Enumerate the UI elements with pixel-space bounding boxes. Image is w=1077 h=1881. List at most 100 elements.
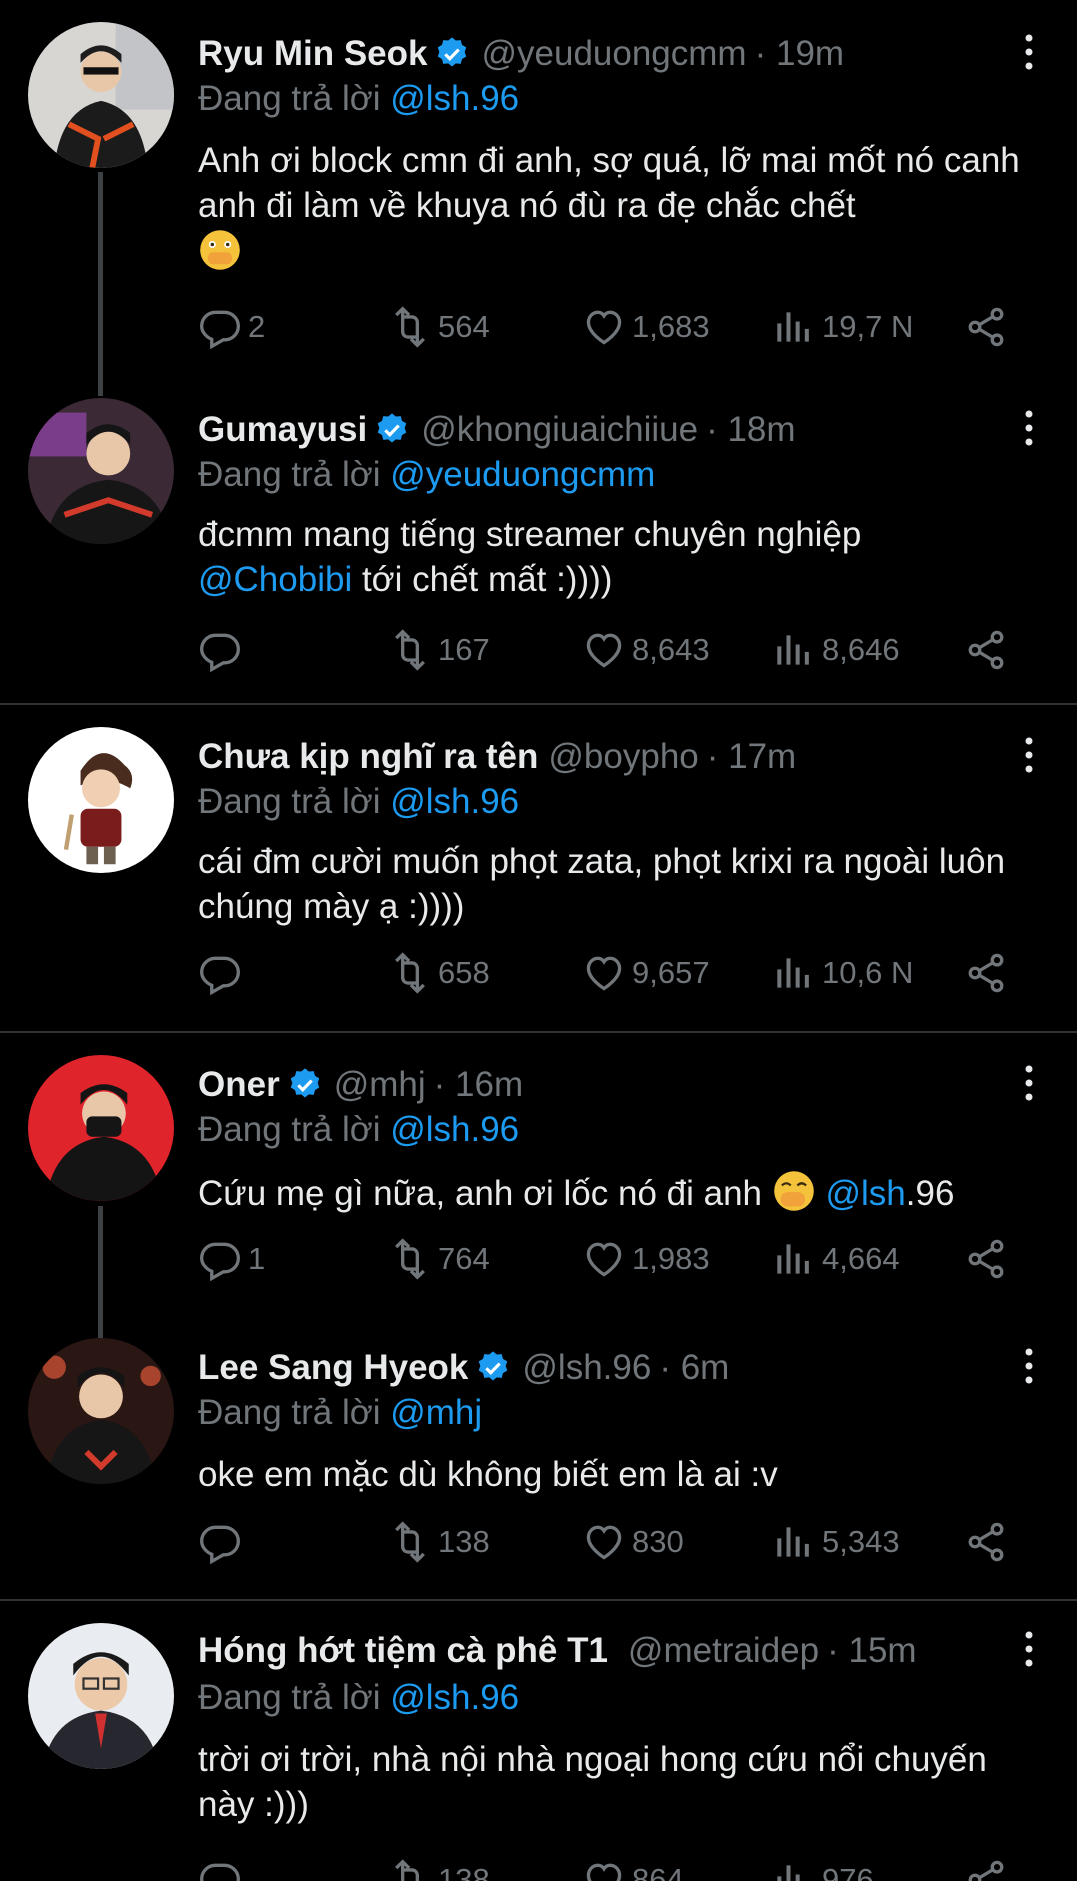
user-handle[interactable]: @lsh.96: [522, 1346, 651, 1390]
retweet-button[interactable]: 564: [388, 302, 490, 352]
retweet-button[interactable]: 764: [388, 1234, 490, 1284]
reply-button[interactable]: 2: [198, 302, 265, 352]
like-button[interactable]: 1,683: [582, 302, 710, 352]
avatar[interactable]: [28, 22, 174, 168]
views-icon: [772, 1858, 816, 1881]
like-button[interactable]: 9,657: [582, 948, 710, 998]
heart-icon: [582, 1237, 626, 1281]
share-button[interactable]: [964, 302, 1014, 352]
like-button[interactable]: 1,983: [582, 1234, 710, 1284]
more-options-icon[interactable]: [1023, 1629, 1035, 1669]
face-with-hand-over-mouth-icon: [773, 1171, 814, 1211]
replying-to-mention[interactable]: @yeuduongcmm: [390, 455, 655, 494]
user-handle[interactable]: @metraidep: [628, 1629, 819, 1673]
views-button[interactable]: 10,6 N: [772, 948, 913, 998]
views-button[interactable]: 8,646: [772, 625, 900, 675]
timestamp[interactable]: · 15m: [827, 1629, 916, 1673]
tweet[interactable]: Lee Sang Hyeok @lsh.96 · 6m Đang trả lời…: [0, 1316, 1077, 1599]
reply-button[interactable]: [198, 625, 248, 675]
user-handle[interactable]: @khongiuaichiiue: [421, 408, 698, 452]
more-options-icon[interactable]: [1023, 1346, 1035, 1386]
tweet-actions: 2 564 1,683 19,7 N: [198, 302, 1077, 352]
replying-to-mention[interactable]: @lsh.96: [390, 79, 519, 118]
verified-badge-icon: [474, 1349, 512, 1387]
reply-icon: [198, 1858, 242, 1881]
replying-to-label: Đang trả lời: [198, 79, 381, 118]
more-options-icon[interactable]: [1023, 32, 1035, 72]
mention-link[interactable]: @Chobibi: [198, 560, 352, 599]
like-count: 1,983: [632, 1241, 710, 1276]
tweet[interactable]: Hóng hớt tiệm cà phê T1 @metraidep · 15m…: [0, 1601, 1077, 1881]
avatar[interactable]: [28, 1055, 174, 1201]
share-button[interactable]: [964, 1517, 1014, 1567]
more-options-icon[interactable]: [1023, 408, 1035, 448]
retweet-button[interactable]: 138: [388, 1517, 490, 1567]
retweet-count: 658: [438, 955, 490, 990]
replying-to-mention[interactable]: @lsh.96: [390, 782, 519, 821]
retweet-button[interactable]: 658: [388, 948, 490, 998]
reply-button[interactable]: [198, 948, 248, 998]
timestamp[interactable]: · 6m: [659, 1346, 729, 1390]
share-button[interactable]: [964, 948, 1014, 998]
tweet-text: oke em mặc dù không biết em là ai :v: [198, 1452, 1038, 1497]
views-button[interactable]: 19,7 N: [772, 302, 913, 352]
views-icon: [772, 1237, 816, 1281]
reply-button[interactable]: 1: [198, 1234, 265, 1284]
timestamp[interactable]: · 18m: [706, 408, 795, 452]
views-button[interactable]: 5,343: [772, 1517, 900, 1567]
retweet-button[interactable]: 138: [388, 1855, 490, 1881]
views-button[interactable]: 976: [772, 1855, 874, 1881]
avatar[interactable]: [28, 398, 174, 544]
replying-to-mention[interactable]: @lsh.96: [390, 1678, 519, 1717]
tweet[interactable]: Gumayusi @khongiuaichiiue · 18m Đang trả…: [0, 380, 1077, 702]
reply-icon: [198, 951, 242, 995]
user-handle[interactable]: @mhj: [334, 1063, 426, 1107]
tweet-text-suffix: .96: [905, 1174, 955, 1213]
reply-button[interactable]: [198, 1517, 248, 1567]
display-name[interactable]: Ryu Min Seok: [198, 32, 427, 76]
tweet[interactable]: Oner @mhj · 16m Đang trả lời @lsh.96 Cứu…: [0, 1033, 1077, 1316]
tweet[interactable]: Ryu Min Seok @yeuduongcmm · 19m Đang trả…: [0, 0, 1077, 380]
views-icon: [772, 1520, 816, 1564]
display-name[interactable]: Oner: [198, 1063, 280, 1107]
share-icon: [964, 305, 1008, 349]
timestamp[interactable]: · 17m: [707, 735, 796, 779]
timestamp[interactable]: · 16m: [434, 1063, 523, 1107]
more-options-icon[interactable]: [1023, 1063, 1035, 1103]
replying-to: Đang trả lời @lsh.96: [198, 1108, 519, 1152]
retweet-button[interactable]: 167: [388, 625, 490, 675]
retweet-count: 564: [438, 309, 490, 344]
display-name[interactable]: Hóng hớt tiệm cà phê T1: [198, 1629, 608, 1673]
user-handle[interactable]: @yeuduongcmm: [481, 32, 746, 76]
display-name[interactable]: Gumayusi: [198, 408, 367, 452]
tweet-text-line: tới chết mất :)))): [352, 560, 613, 599]
tweet-header: Hóng hớt tiệm cà phê T1 @metraidep · 15m: [198, 1629, 1077, 1673]
share-icon: [964, 628, 1008, 672]
like-button[interactable]: 864: [582, 1855, 684, 1881]
share-button[interactable]: [964, 1234, 1014, 1284]
avatar[interactable]: [28, 1623, 174, 1769]
timestamp[interactable]: · 19m: [755, 32, 844, 76]
like-button[interactable]: 830: [582, 1517, 684, 1567]
avatar[interactable]: [28, 727, 174, 873]
display-name[interactable]: Lee Sang Hyeok: [198, 1346, 468, 1390]
replying-to-mention[interactable]: @mhj: [390, 1393, 482, 1432]
tweet[interactable]: Chưa kịp nghĩ ra tên @boypho · 17m Đang …: [0, 705, 1077, 1030]
reply-button[interactable]: [198, 1855, 248, 1881]
like-button[interactable]: 8,643: [582, 625, 710, 675]
replying-to-label: Đang trả lời: [198, 455, 381, 494]
tweet-header: Chưa kịp nghĩ ra tên @boypho · 17m: [198, 735, 1077, 779]
replying-to: Đang trả lời @yeuduongcmm: [198, 453, 655, 497]
user-handle[interactable]: @boypho: [548, 735, 698, 779]
avatar[interactable]: [28, 1338, 174, 1484]
display-name[interactable]: Chưa kịp nghĩ ra tên: [198, 735, 538, 779]
mention-link[interactable]: @lsh: [825, 1174, 905, 1213]
replying-to-mention[interactable]: @lsh.96: [390, 1110, 519, 1149]
tweet-text: Cứu mẹ gì nữa, anh ơi lốc nó đi anh @lsh…: [198, 1169, 1038, 1216]
share-button[interactable]: [964, 1855, 1014, 1881]
more-options-icon[interactable]: [1023, 735, 1035, 775]
tweet-text-content: trời ơi trời, nhà nội nhà ngoại hong cứu…: [198, 1740, 987, 1824]
share-button[interactable]: [964, 625, 1014, 675]
views-button[interactable]: 4,664: [772, 1234, 900, 1284]
retweet-icon: [388, 1858, 432, 1881]
